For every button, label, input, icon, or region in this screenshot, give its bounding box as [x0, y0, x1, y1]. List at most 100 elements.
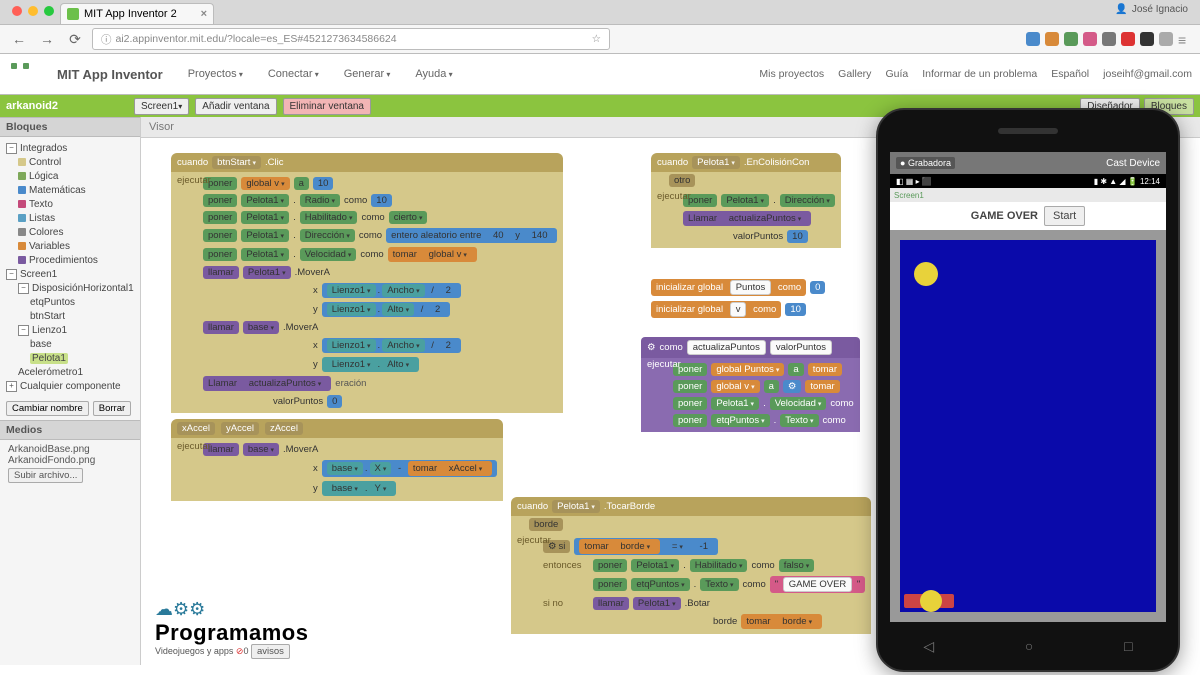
tree-builtin[interactable]: −Integrados	[6, 141, 140, 155]
site-info-icon[interactable]: ⓘ	[101, 32, 112, 47]
ext-icon[interactable]	[1140, 32, 1154, 46]
browser-tab[interactable]: MIT App Inventor 2 ×	[60, 3, 214, 24]
link-gallery[interactable]: Gallery	[838, 68, 871, 80]
link-informar[interactable]: Informar de un problema	[922, 68, 1037, 80]
media-file[interactable]: ArkanoidBase.png	[8, 444, 132, 455]
cat-control[interactable]: Control	[6, 155, 140, 169]
section-bloques: Bloques	[0, 117, 140, 137]
cat-procedimientos[interactable]: Procedimientos	[6, 253, 140, 267]
screen-selector[interactable]: Screen1	[134, 98, 189, 115]
ext-icon[interactable]	[1045, 32, 1059, 46]
comp-pelota[interactable]: Pelota1	[6, 351, 140, 365]
upload-button[interactable]: Subir archivo...	[8, 468, 83, 483]
blocks-tree: −Integrados Control Lógica Matemáticas T…	[0, 137, 140, 397]
window-traffic-lights	[12, 6, 54, 16]
cat-logica[interactable]: Lógica	[6, 169, 140, 183]
minimize-window-icon[interactable]	[28, 6, 38, 16]
nav-back-icon[interactable]: ◁	[923, 638, 934, 655]
comp-etqpuntos[interactable]: etqPuntos	[6, 295, 140, 309]
game-over-label: GAME OVER	[971, 210, 1038, 222]
close-window-icon[interactable]	[12, 6, 22, 16]
extension-icons: ≡	[1026, 32, 1192, 46]
media-list: ArkanoidBase.png ArkanoidFondo.png Subir…	[0, 440, 140, 485]
menu-ayuda[interactable]: Ayuda	[415, 68, 452, 80]
block-btnstart-clic[interactable]: cuandobtnStart.Clic ejecutar ponerglobal…	[171, 153, 563, 413]
block-colision[interactable]: cuandoPelota1.EnColisiónCon otro ejecuta…	[651, 153, 841, 248]
tab-close-icon[interactable]: ×	[201, 8, 207, 20]
phone-preview: ● Grabadora Cast Device ◧ ▦ ▸ ⬛ ▮ ✱ ▲ ◢ …	[876, 108, 1180, 672]
address-bar[interactable]: ⓘ ai2.appinventor.mit.edu/?locale=es_ES#…	[92, 28, 610, 50]
comp-base[interactable]: base	[6, 337, 140, 351]
comp-lienzo[interactable]: −Lienzo1	[6, 323, 140, 337]
zoom-window-icon[interactable]	[44, 6, 54, 16]
nav-home-icon[interactable]: ○	[1025, 638, 1033, 654]
bookmark-star-icon[interactable]: ☆	[592, 33, 601, 45]
app-title: MIT App Inventor	[57, 67, 163, 82]
cat-texto[interactable]: Texto	[6, 197, 140, 211]
menu-proyectos[interactable]: Proyectos	[188, 68, 243, 80]
ext-icon[interactable]	[1102, 32, 1116, 46]
chrome-profile[interactable]: 👤 José Ignacio	[1115, 4, 1188, 15]
clock: 12:14	[1140, 177, 1160, 186]
comp-btnstart[interactable]: btnStart	[6, 309, 140, 323]
link-mis-proyectos[interactable]: Mis proyectos	[759, 68, 824, 80]
start-button[interactable]: Start	[1044, 206, 1085, 226]
favicon	[67, 8, 79, 20]
game-ball-bottom	[920, 590, 942, 612]
block-proc-actualiza[interactable]: ⚙comoactualizaPuntosvalorPuntos ejecutar…	[641, 337, 860, 432]
delete-screen-button[interactable]: Eliminar ventana	[283, 98, 371, 115]
back-button[interactable]: ←	[8, 28, 30, 50]
phone-nav-bar: ◁ ○ □	[878, 628, 1178, 664]
url-text: ai2.appinventor.mit.edu/?locale=es_ES#45…	[116, 33, 397, 45]
cat-listas[interactable]: Listas	[6, 211, 140, 225]
block-init-puntos[interactable]: inicializar global Puntos como0	[651, 277, 825, 298]
recorder-chip[interactable]: ● Grabadora	[896, 157, 955, 169]
delete-button[interactable]: Borrar	[93, 401, 131, 416]
profile-icon: 👤	[1115, 4, 1127, 15]
tree-any[interactable]: +Cualquier componente	[6, 379, 140, 393]
profile-name: José Ignacio	[1132, 4, 1188, 15]
link-guia[interactable]: Guía	[885, 68, 908, 80]
screen-label: Screen1	[890, 188, 1166, 202]
block-init-v[interactable]: inicializar global v como10	[651, 299, 806, 320]
tab-title: MIT App Inventor 2	[84, 8, 177, 20]
app-right-links: Mis proyectos Gallery Guía Informar de u…	[759, 68, 1192, 80]
link-language[interactable]: Español	[1051, 68, 1089, 80]
link-account[interactable]: joseihf@gmail.com	[1103, 68, 1192, 80]
sidebar: Bloques −Integrados Control Lógica Matem…	[0, 117, 141, 665]
cat-colores[interactable]: Colores	[6, 225, 140, 239]
comp-disposicion[interactable]: −DisposiciónHorizontal1	[6, 281, 140, 295]
game-header: GAME OVER Start	[890, 202, 1166, 230]
block-accel[interactable]: xAccelyAccelzAccel ejecutar llamarbase.M…	[171, 419, 503, 501]
menu-conectar[interactable]: Conectar	[268, 68, 319, 80]
block-tocarborde[interactable]: cuandoPelota1.TocarBorde borde ejecutar …	[511, 497, 871, 634]
rename-button[interactable]: Cambiar nombre	[6, 401, 89, 416]
chrome-menu-icon[interactable]: ≡	[1178, 32, 1192, 46]
ext-icon[interactable]	[1064, 32, 1078, 46]
ext-icon[interactable]	[1083, 32, 1097, 46]
ext-icon[interactable]	[1159, 32, 1173, 46]
comp-acelerometro[interactable]: Acelerómetro1	[6, 365, 140, 379]
app-logo-icon	[8, 61, 32, 85]
programamos-logo: ☁⚙⚙ Programamos Videojuegos y apps ⊘0 av…	[155, 599, 308, 657]
browser-toolbar: ← → ⟳ ⓘ ai2.appinventor.mit.edu/?locale=…	[0, 25, 1200, 54]
cat-matematicas[interactable]: Matemáticas	[6, 183, 140, 197]
cast-device-label[interactable]: Cast Device	[1106, 158, 1160, 169]
phone-status-bar: ◧ ▦ ▸ ⬛ ▮ ✱ ▲ ◢ 🔋 12:14	[890, 174, 1166, 188]
game-canvas[interactable]	[890, 230, 1166, 622]
forward-button[interactable]: →	[36, 28, 58, 50]
reload-button[interactable]: ⟳	[64, 28, 86, 50]
cat-variables[interactable]: Variables	[6, 239, 140, 253]
tree-screen1[interactable]: −Screen1	[6, 267, 140, 281]
nav-recent-icon[interactable]: □	[1124, 638, 1132, 654]
ext-icon[interactable]	[1121, 32, 1135, 46]
ext-icon[interactable]	[1026, 32, 1040, 46]
status-icons: ◧ ▦ ▸ ⬛	[896, 177, 932, 186]
add-screen-button[interactable]: Añadir ventana	[195, 98, 276, 115]
media-file[interactable]: ArkanoidFondo.png	[8, 455, 132, 466]
section-medios: Medios	[0, 420, 140, 440]
game-ball	[914, 262, 938, 286]
project-name: arkanoid2	[6, 100, 58, 112]
avisos-chip[interactable]: avisos	[251, 644, 290, 659]
menu-generar[interactable]: Generar	[344, 68, 391, 80]
